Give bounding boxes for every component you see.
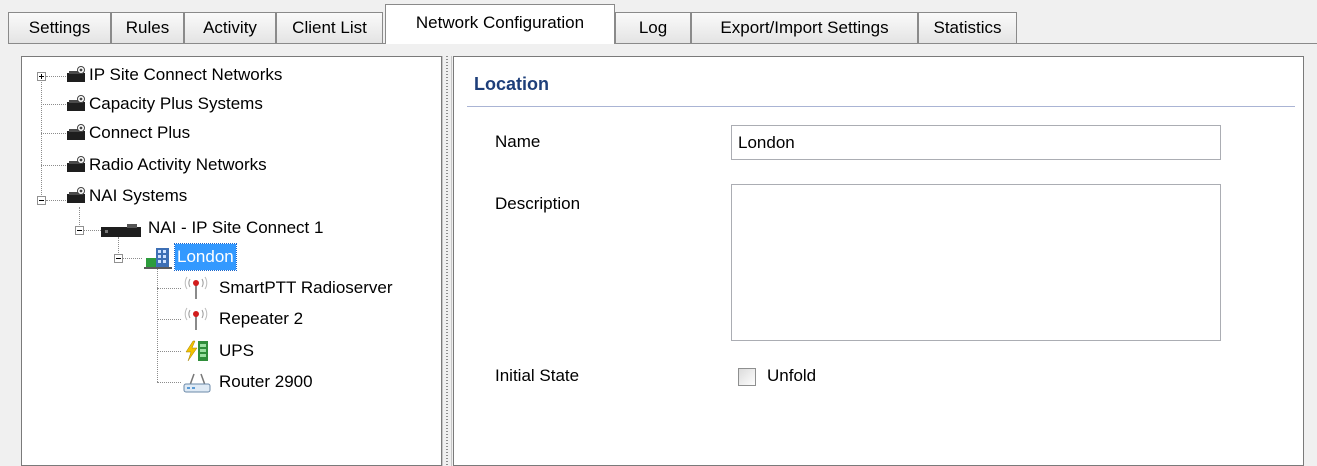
tree-node-repeater-2[interactable]: Repeater 2 [181,306,381,332]
collapse-nai-ip-site-connect-toggle[interactable] [75,226,84,235]
tree-node-label: IP Site Connect Networks [89,65,283,84]
section-title: Location [474,74,549,94]
tab-settings[interactable]: Settings [8,12,111,43]
expand-ip-site-connect-toggle[interactable] [37,72,46,81]
network-tree[interactable]: IP Site Connect Networks Capacity Plus S… [21,56,442,466]
tree-node-smartptt-radioserver[interactable]: SmartPTT Radioserver [181,275,441,301]
tree-node-label: Radio Activity Networks [89,155,267,174]
radio-tower-icon [184,276,208,299]
description-field[interactable] [731,184,1221,341]
building-location-icon [144,248,172,269]
tree-node-nai-ip-site-connect-1[interactable]: NAI - IP Site Connect 1 [101,215,401,241]
radio-tower-icon [184,307,208,330]
tree-connector [157,351,181,352]
section-divider [467,106,1295,107]
tree-connector [41,76,42,201]
tree-node-label: NAI - IP Site Connect 1 [148,218,324,237]
tree-connector [157,265,158,382]
tree-node-capacity-plus-systems[interactable]: Capacity Plus Systems [66,91,366,117]
tree-node-connect-plus[interactable]: Connect Plus [66,120,366,146]
network-folder-icon [67,95,85,111]
network-folder-icon [67,124,85,140]
tree-node-label: Repeater 2 [219,309,304,328]
network-folder-icon [67,156,85,172]
tree-connector [157,319,181,320]
unfold-checkbox[interactable] [738,368,756,386]
description-label: Description [495,194,581,213]
tab-export-import-settings[interactable]: Export/Import Settings [691,12,918,43]
name-field[interactable]: London [731,125,1221,160]
tab-network-configuration[interactable]: Network Configuration [385,4,615,44]
tree-node-radio-activity-networks[interactable]: Radio Activity Networks [66,152,366,178]
tree-connector [123,258,142,259]
tab-client-list[interactable]: Client List [276,12,383,43]
tab-strip: Settings Rules Activity Client List Netw… [0,0,1317,44]
tree-connector [41,104,66,105]
name-label: Name [495,132,541,151]
initial-state-label: Initial State [495,366,580,385]
collapse-london-toggle[interactable] [114,254,123,263]
tree-node-label: London [174,243,237,271]
tab-activity[interactable]: Activity [184,12,276,43]
tree-node-label: UPS [219,341,254,360]
tree-connector [157,288,181,289]
system-network-icon [101,224,141,237]
tree-connector [41,133,66,134]
tree-node-ups[interactable]: UPS [181,338,381,364]
tree-node-label: Capacity Plus Systems [89,94,263,113]
tree-connector [83,230,101,231]
tree-node-label: NAI Systems [89,186,188,205]
tree-node-label: SmartPTT Radioserver [219,278,393,297]
tree-node-nai-systems[interactable]: NAI Systems [66,183,366,209]
network-folder-icon [67,187,85,203]
tab-statistics[interactable]: Statistics [918,12,1017,43]
tree-connector [46,76,66,77]
tree-node-london[interactable]: London [142,243,342,271]
tree-connector [157,382,181,383]
tab-rules[interactable]: Rules [111,12,184,43]
tree-node-router-2900[interactable]: Router 2900 [181,369,381,395]
tree-node-label: Router 2900 [219,372,313,391]
collapse-nai-systems-toggle[interactable] [37,196,46,205]
network-folder-icon [67,66,85,82]
tree-node-ip-site-connect-networks[interactable]: IP Site Connect Networks [66,62,366,88]
splitter-grip [446,56,448,466]
tree-connector [41,165,66,166]
properties-panel: Location Name London Description Initial… [453,56,1304,466]
tab-baseline [8,43,1317,44]
tree-connector [46,200,66,201]
router-icon [183,373,211,393]
ups-battery-icon [185,340,208,362]
tree-node-label: Connect Plus [89,123,191,142]
unfold-label[interactable]: Unfold [767,366,816,386]
tab-log[interactable]: Log [615,12,691,43]
panel-splitter[interactable] [442,56,452,466]
